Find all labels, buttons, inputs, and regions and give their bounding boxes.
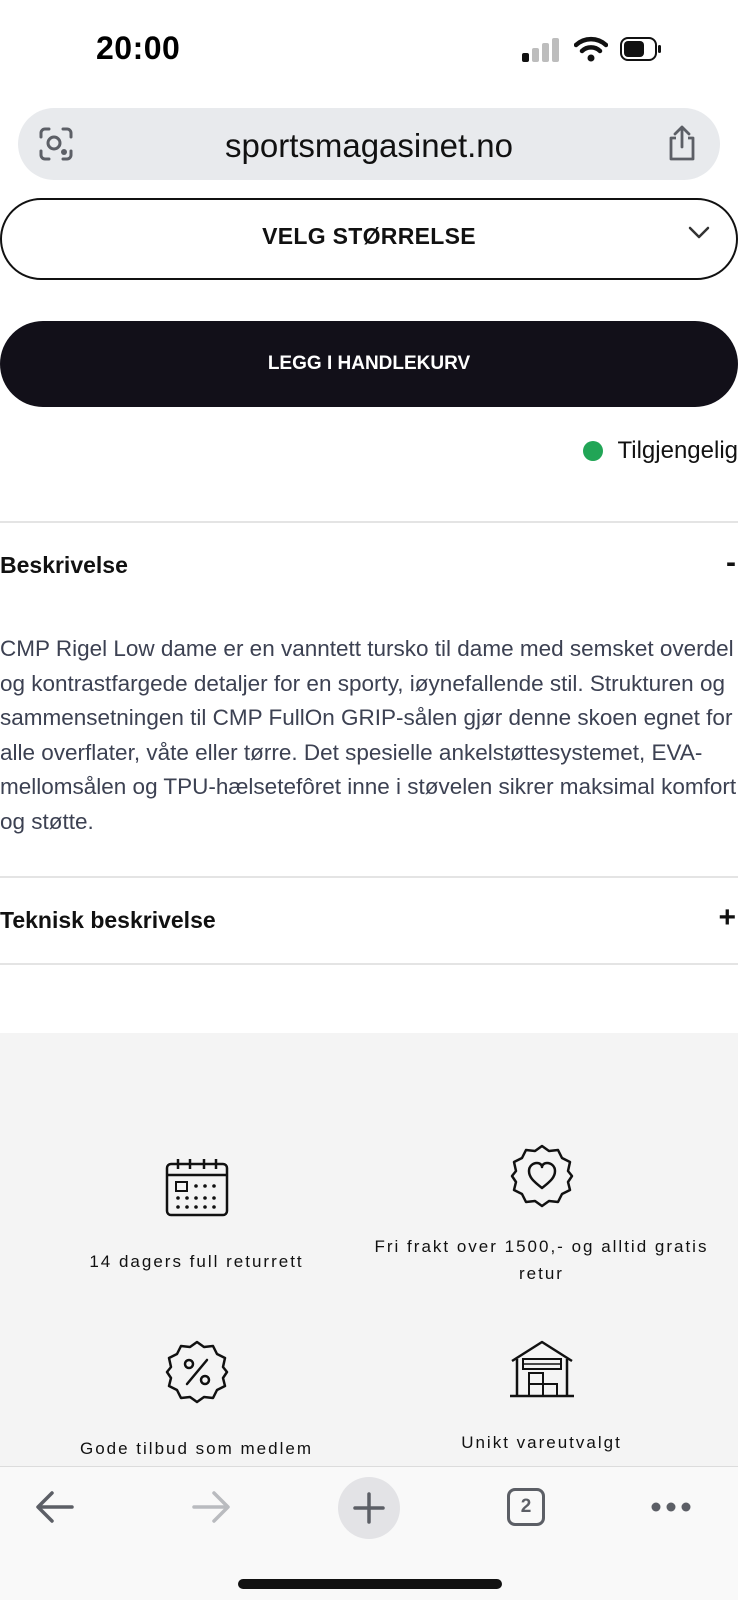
share-icon[interactable] [666,124,698,162]
address-bar[interactable]: sportsmagasinet.no [18,108,720,180]
benefit-item: Fri frakt over 1500,- og alltid gratis r… [357,1143,726,1287]
more-menu-icon[interactable] [650,1501,692,1513]
benefit-item: Unikt vareutvalgt [357,1339,726,1456]
tab-switcher-button[interactable]: 2 [507,1488,545,1526]
availability-text: Tilgjengelig [617,437,738,464]
benefit-text: Unikt vareutvalgt [461,1433,622,1452]
benefit-item: Gode tilbud som medlem [12,1339,381,1462]
status-time: 20:00 [96,30,181,66]
percent-badge-icon [165,1340,228,1404]
new-tab-button[interactable] [338,1477,400,1539]
availability-dot-icon [583,441,604,461]
expand-toggle[interactable]: + [718,901,736,935]
home-indicator[interactable] [238,1579,502,1589]
wifi-icon [574,36,608,62]
benefit-item: 14 dagers full returrett [12,1156,381,1275]
benefit-text: Fri frakt over 1500,- og alltid gratis r… [374,1237,709,1283]
technical-title: Teknisk beskrivelse [0,907,216,933]
description-text: CMP Rigel Low dame er en vanntett tursko… [0,636,737,834]
benefit-text: 14 dagers full returrett [89,1252,304,1271]
benefit-text: Gode tilbud som medlem [80,1439,313,1458]
size-select[interactable]: VELG STØRRELSE [0,198,738,280]
availability-indicator: Tilgjengelig [583,437,738,465]
add-to-cart-button[interactable]: LEGG I HANDLEKURV [0,321,738,407]
calendar-icon [165,1159,228,1217]
chevron-down-icon [688,226,710,239]
description-title: Beskrivelse [0,552,128,578]
divider [0,876,738,878]
cellular-signal-icon [522,38,559,62]
battery-icon [620,37,661,61]
divider [0,521,738,523]
status-bar: 20:00 [0,0,738,100]
size-select-label: VELG STØRRELSE [262,223,476,249]
plus-icon [353,1492,385,1524]
forward-arrow-icon[interactable] [190,1489,232,1525]
divider [0,963,738,965]
warehouse-icon [509,1340,574,1398]
back-arrow-icon[interactable] [34,1489,76,1525]
url-text[interactable]: sportsmagasinet.no [18,127,720,165]
browser-toolbar: 2 [0,1466,738,1600]
heart-badge-icon [510,1144,573,1208]
add-to-cart-label: LEGG I HANDLEKURV [267,353,471,374]
collapse-toggle[interactable]: - [726,546,736,580]
benefits-section: 14 dagers full returrett Fri frakt over … [0,1033,738,1469]
